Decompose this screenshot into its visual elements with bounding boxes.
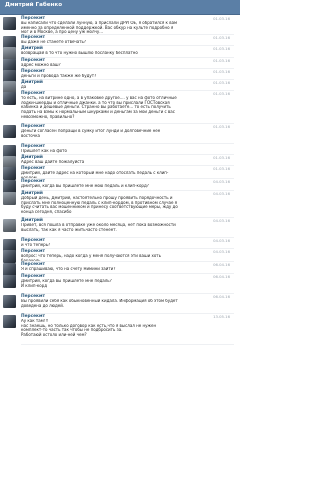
message-time: 01.03.16	[213, 69, 230, 74]
message-time: 06.04.16	[213, 294, 230, 299]
message-item[interactable]: Персекмт 01.03.16 Дмитрий, дайте адрес на …	[0, 166, 240, 180]
message-item[interactable]: Персекмт 04.03.16 Дмитрий, когда вы пришлё…	[0, 179, 240, 193]
dialog-header: Дмитрий Габенко	[0, 0, 240, 15]
avatar[interactable]	[3, 315, 16, 328]
message-item[interactable]: Персекмт 06.04.16 Вы проявили себя как обы…	[0, 294, 240, 314]
message-time: 04.03.16	[213, 179, 230, 184]
message-time: 01.03.16	[213, 91, 230, 96]
message-time: 04.03.16	[213, 238, 230, 243]
message-time: 01.03.16	[213, 166, 230, 171]
message-text: Деньги согласен попращи в сумку итог лун…	[21, 129, 161, 138]
message-item[interactable]: Персекмт 13.05.16 Ау как там!!! нас знаешь…	[0, 314, 240, 345]
message-time: 04.03.16	[213, 218, 230, 223]
dialog-title[interactable]: Дмитрий Габенко	[5, 2, 62, 8]
message-text: Вы проявили себя как обыкновенный кидала…	[21, 299, 178, 308]
message-list: Персекмт 01.03.16 вы написали что сделали …	[0, 16, 240, 345]
message-item[interactable]: Персекмт 04.03.16 вопрос: что теперь, надо…	[0, 249, 240, 263]
message-item[interactable]: Персекмт 01.03.16 деньги и провода также ж…	[0, 69, 240, 83]
message-item[interactable]: Персекмт 06.04.16 Дмитрий, когда вы пришлё…	[0, 274, 240, 294]
message-text: вы написали что сделали лунную, а присла…	[21, 21, 178, 34]
message-text: то есть, на витрине одно, а в упаковке д…	[21, 96, 177, 119]
message-time: 01.03.16	[213, 58, 230, 63]
message-item[interactable]: Персекмт 01.03.16 вы написали что сделали …	[0, 16, 240, 35]
avatar[interactable]	[3, 92, 16, 105]
dialog-title-name: Дмитрий Габенко	[5, 2, 63, 8]
avatar[interactable]	[3, 17, 16, 30]
message-time: 06.04.16	[213, 262, 230, 267]
message-time: 01.03.16	[213, 35, 230, 40]
avatar[interactable]	[3, 295, 16, 308]
message-time: 01.03.16	[213, 46, 230, 51]
message-item[interactable]: Персекмт 01.03.16 адрес можно ваш?	[0, 58, 240, 72]
message-text: Дмитрий, дайте адрес на который мне надо…	[21, 171, 169, 178]
message-item[interactable]: Персекмт 01.03.16 Деньги согласен попращи …	[0, 124, 240, 144]
message-item[interactable]: Дмитрий 04.03.16 Привет, вся пошла в отпра…	[0, 218, 240, 238]
message-time: 13.05.16	[213, 314, 230, 319]
message-text: Дмитрий, когда вы пришлёте мне педаль? И…	[21, 279, 112, 288]
message-time: 01.03.16	[213, 16, 230, 21]
message-item[interactable]: Дмитрий 01.03.16 Адрес ваш дайте пожалуйст…	[0, 155, 240, 169]
message-item[interactable]: Персекмт Пришлет как на фото	[0, 144, 240, 158]
avatar[interactable]	[3, 125, 16, 138]
message-item[interactable]: Персекмт 04.03.16 и что теперь?	[0, 238, 240, 252]
message-time: 04.03.16	[213, 191, 230, 196]
message-text: Ау как там!!! нас знаешь, но только дого…	[21, 319, 157, 338]
message-text: вопрос: что теперь, надо когда у меня по…	[21, 254, 161, 261]
message-text: Добрый день, Дмитрий, настоятельно прошу…	[21, 196, 178, 215]
message-divider	[21, 344, 234, 345]
message-item[interactable]: Дмитрий 01.03.16 да	[0, 80, 240, 94]
message-item[interactable]: Персекмт 01.03.16 то есть, на витрине одно…	[0, 91, 240, 124]
message-text: Привет, вся пошла в отправке уже около м…	[21, 223, 176, 232]
message-time: 01.03.16	[213, 124, 230, 129]
avatar[interactable]	[3, 219, 16, 232]
message-time: 06.04.16	[213, 274, 230, 279]
message-item[interactable]: Персекмт 01.03.16 вы даже не станете отвеч…	[0, 35, 240, 49]
message-time: 01.03.16	[213, 80, 230, 85]
message-item[interactable]: Дмитрий 04.03.16 Добрый день, Дмитрий, нас…	[0, 191, 240, 218]
message-time: 01.03.16	[213, 155, 230, 160]
message-item[interactable]: Дмитрий 01.03.16 возвращай в то что нужно …	[0, 46, 240, 60]
avatar[interactable]	[3, 275, 16, 288]
message-item[interactable]: Персекмт 06.04.16 Я и спрашиваю, что на сч…	[0, 262, 240, 276]
message-time: 04.03.16	[213, 249, 230, 254]
avatar[interactable]	[3, 192, 16, 205]
